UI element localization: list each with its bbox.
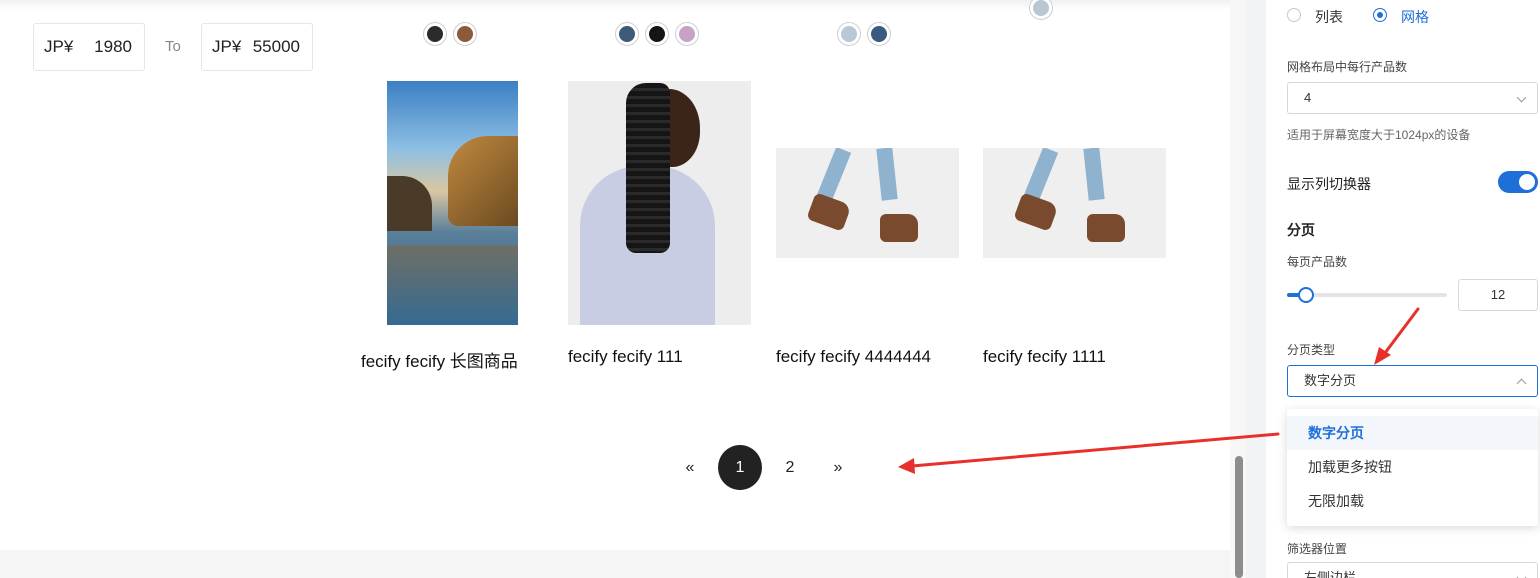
swatch-fill	[841, 26, 857, 42]
color-swatch[interactable]	[867, 22, 891, 46]
pagination-page-2[interactable]: 2	[775, 445, 805, 490]
image-detail	[626, 83, 670, 253]
footer-band	[0, 550, 1230, 578]
column-switcher-label: 显示列切换器	[1287, 176, 1371, 192]
price-min-value: 1980	[94, 37, 132, 56]
product-image[interactable]	[387, 81, 518, 325]
pagination-type-dropdown: 数字分页 加载更多按钮 无限加载	[1287, 409, 1538, 526]
layout-list-label[interactable]: 列表	[1315, 7, 1343, 27]
image-detail	[387, 245, 518, 325]
product-title[interactable]: fecify fecify 长图商品	[361, 347, 518, 372]
storefront-preview: JP¥ 1980 To JP¥ 55000 fecify fecify 长图商品…	[0, 0, 1230, 578]
dropdown-option-infinite[interactable]: 无限加载	[1287, 484, 1538, 518]
color-swatch[interactable]	[453, 22, 477, 46]
chevron-down-icon	[1516, 92, 1527, 103]
image-detail	[1083, 148, 1105, 201]
layout-grid-radio[interactable]	[1373, 8, 1387, 22]
filter-position-label: 筛选器位置	[1287, 542, 1348, 556]
products-per-row-label: 网格布局中每行产品数	[1287, 60, 1408, 74]
pagination-type-select[interactable]: 数字分页	[1287, 365, 1538, 397]
product-image[interactable]	[568, 81, 751, 325]
image-detail	[1087, 214, 1125, 242]
price-max-value: 55000	[252, 37, 300, 56]
color-swatch[interactable]	[645, 22, 669, 46]
panel-divider	[1246, 0, 1266, 578]
filter-position-value: 左侧边栏	[1304, 570, 1357, 578]
product-title[interactable]: fecify fecify 111	[568, 347, 683, 367]
color-swatch[interactable]	[1029, 0, 1053, 20]
image-detail	[1023, 148, 1059, 202]
per-page-slider[interactable]	[1287, 287, 1447, 303]
products-per-row-value: 4	[1304, 90, 1312, 105]
layout-grid-label[interactable]: 网格	[1401, 7, 1429, 27]
dropdown-option-numbers[interactable]: 数字分页	[1287, 416, 1538, 450]
pagination-prev-button[interactable]: «	[675, 445, 705, 490]
swatch-fill	[427, 26, 443, 42]
image-detail	[1013, 192, 1059, 232]
pagination-type-value: 数字分页	[1304, 373, 1357, 388]
layout-list-radio[interactable]	[1287, 8, 1301, 22]
chevron-down-icon	[1516, 572, 1527, 578]
swatch-fill	[1033, 0, 1049, 16]
product-title[interactable]: fecify fecify 4444444	[776, 347, 931, 367]
price-min-input[interactable]: JP¥ 1980	[33, 23, 145, 71]
settings-panel: 列表 网格 网格布局中每行产品数 4 适用于屏幕宽度大于1024px的设备 显示…	[1266, 0, 1540, 578]
color-swatch[interactable]	[675, 22, 699, 46]
image-detail	[816, 148, 852, 202]
per-page-input[interactable]: 12	[1458, 279, 1538, 311]
swatch-fill	[871, 26, 887, 42]
image-detail	[387, 176, 432, 231]
products-per-row-select[interactable]: 4	[1287, 82, 1538, 114]
color-swatch[interactable]	[837, 22, 861, 46]
per-page-slider-handle[interactable]	[1298, 287, 1315, 303]
price-max-input[interactable]: JP¥ 55000	[201, 23, 313, 71]
currency-label: JP¥	[212, 37, 242, 56]
pagination-next-button[interactable]: »	[823, 445, 853, 490]
image-detail	[876, 148, 898, 201]
pagination-page-1[interactable]: 1	[718, 445, 762, 490]
currency-label: JP¥	[44, 37, 74, 56]
product-title[interactable]: fecify fecify 1111	[983, 347, 1106, 367]
swatch-fill	[649, 26, 665, 42]
product-image[interactable]	[776, 148, 959, 258]
pagination-type-label: 分页类型	[1287, 343, 1336, 357]
color-swatch[interactable]	[423, 22, 447, 46]
preview-scrollbar-thumb[interactable]	[1235, 456, 1243, 578]
image-detail	[880, 214, 918, 242]
swatch-fill	[619, 26, 635, 42]
swatch-fill	[679, 26, 695, 42]
column-switcher-toggle[interactable]	[1498, 171, 1538, 193]
product-image[interactable]	[983, 148, 1166, 258]
image-detail	[448, 136, 518, 226]
pagination-section-title: 分页	[1287, 222, 1315, 238]
filter-position-select[interactable]: 左侧边栏	[1287, 562, 1538, 578]
products-per-row-hint: 适用于屏幕宽度大于1024px的设备	[1287, 128, 1471, 142]
swatch-fill	[457, 26, 473, 42]
per-page-label: 每页产品数	[1287, 255, 1348, 269]
color-swatch[interactable]	[615, 22, 639, 46]
dropdown-option-load-more[interactable]: 加载更多按钮	[1287, 450, 1538, 484]
chevron-up-icon	[1516, 378, 1527, 389]
image-detail	[806, 192, 852, 232]
price-to-label: To	[165, 38, 181, 55]
